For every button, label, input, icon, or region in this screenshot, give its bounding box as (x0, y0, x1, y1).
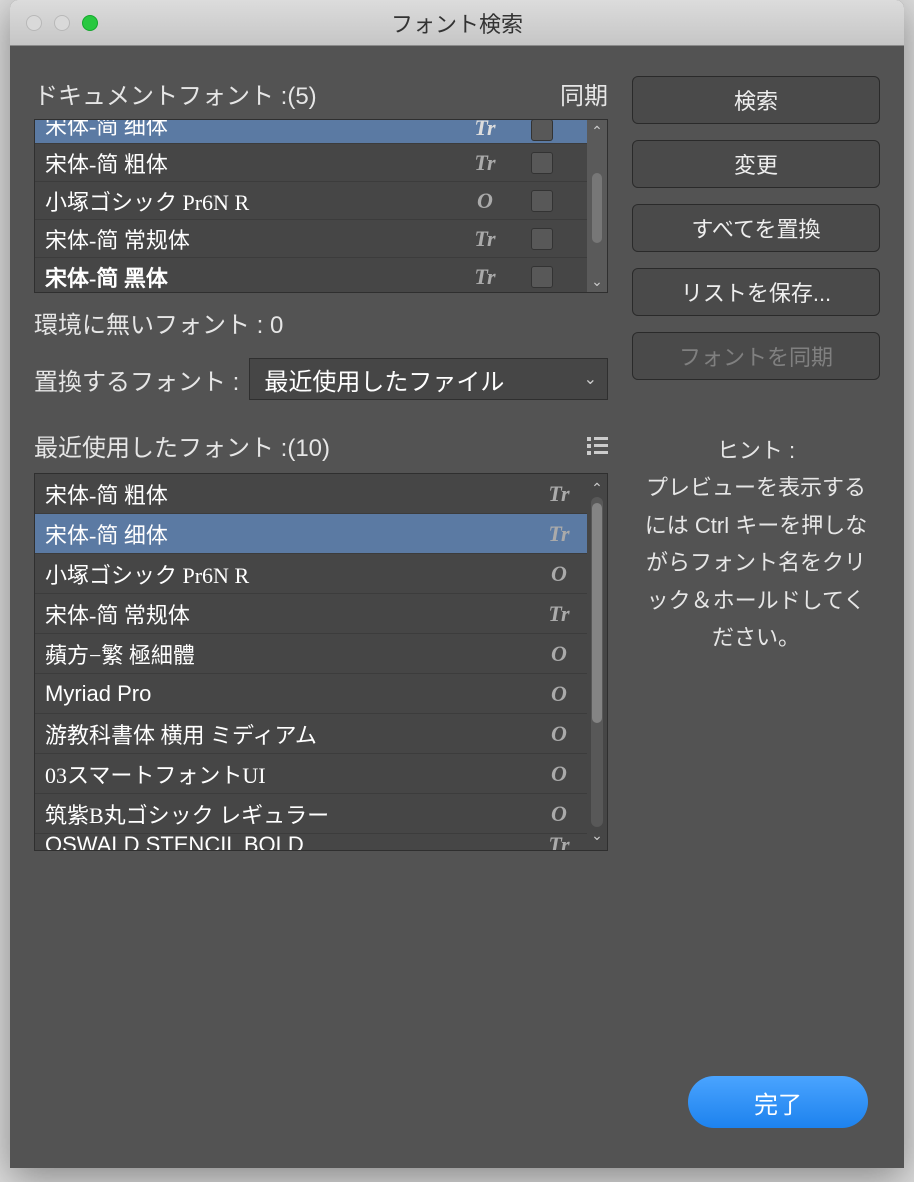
scrollbar[interactable]: ⌃ ⌄ (587, 120, 607, 292)
font-name: 宋体-简 常规体 (45, 223, 465, 255)
chevron-down-icon: ⌄ (584, 369, 597, 389)
sync-checkbox[interactable] (531, 120, 553, 141)
sync-checkbox-cell (505, 152, 579, 174)
font-row[interactable]: 宋体-简 黑体Tr (35, 258, 587, 292)
font-type-icon: Tr (465, 226, 505, 252)
font-name: OSWALD STENCIL BOLD (45, 834, 539, 850)
save-list-button[interactable]: リストを保存... (632, 268, 880, 316)
font-row[interactable]: 小塚ゴシック Pr6N RO (35, 182, 587, 220)
font-type-icon: Tr (465, 264, 505, 290)
font-row[interactable]: 宋体-简 粗体Tr (35, 144, 587, 182)
font-type-icon: Tr (539, 834, 579, 850)
font-type-icon: Tr (539, 521, 579, 547)
font-name: 宋体-简 粗体 (45, 478, 539, 510)
replace-font-dropdown[interactable]: 最近使用したファイル ⌄ (249, 358, 608, 400)
sync-checkbox[interactable] (531, 266, 553, 288)
titlebar: フォント検索 (10, 0, 904, 46)
document-fonts-header: ドキュメントフォント :(5) 同期 (34, 76, 608, 111)
hint-title: ヒント : (636, 432, 876, 469)
font-row[interactable]: 宋体-简 粗体Tr (35, 474, 587, 514)
font-name: 蘋方−繁 極細體 (45, 638, 539, 670)
sync-checkbox[interactable] (531, 190, 553, 212)
scrollbar-thumb[interactable] (592, 173, 602, 243)
done-button[interactable]: 完了 (688, 1076, 868, 1128)
font-type-icon: Tr (539, 601, 579, 627)
missing-fonts-label: 環境に無いフォント : 0 (34, 305, 608, 340)
sync-checkbox[interactable] (531, 152, 553, 174)
font-type-icon: O (539, 801, 579, 827)
hint-body: プレビューを表示するには Ctrl キーを押しながらフォント名をクリック＆ホール… (636, 469, 876, 656)
font-name: 筑紫B丸ゴシック レギュラー (45, 798, 539, 830)
font-row[interactable]: 宋体-简 细体Tr (35, 514, 587, 554)
font-name: 宋体-简 黑体 (45, 261, 465, 293)
recent-fonts-label: 最近使用したフォント :(10) (34, 428, 330, 463)
font-search-dialog: フォント検索 ドキュメントフォント :(5) 同期 宋体-简 细体Tr宋体-简 … (10, 0, 904, 1168)
font-name: 小塚ゴシック Pr6N R (45, 558, 539, 590)
document-fonts-label: ドキュメントフォント :(5) (34, 76, 317, 111)
font-type-icon: Tr (465, 120, 505, 141)
scroll-down-icon[interactable]: ⌄ (591, 827, 603, 844)
font-row[interactable]: 宋体-简 细体Tr (35, 120, 587, 144)
replace-font-label: 置換するフォント : (34, 362, 239, 397)
sync-column-label: 同期 (560, 76, 608, 111)
font-row[interactable]: 小塚ゴシック Pr6N RO (35, 554, 587, 594)
font-name: 宋体-简 细体 (45, 518, 539, 550)
font-row[interactable]: 游教科書体 横用 ミディアムO (35, 714, 587, 754)
font-row[interactable]: 宋体-简 常规体Tr (35, 220, 587, 258)
window-title: フォント検索 (10, 7, 904, 39)
scrollbar[interactable]: ⌃ ⌄ (587, 474, 607, 850)
change-button[interactable]: 変更 (632, 140, 880, 188)
scroll-up-icon[interactable]: ⌃ (591, 480, 603, 497)
font-row[interactable]: 03スマートフォントUIO (35, 754, 587, 794)
font-type-icon: O (539, 641, 579, 667)
sync-checkbox[interactable] (531, 228, 553, 250)
font-name: 小塚ゴシック Pr6N R (45, 185, 465, 217)
font-type-icon: Tr (465, 150, 505, 176)
scroll-down-icon[interactable]: ⌄ (591, 274, 603, 288)
sync-checkbox-cell (505, 266, 579, 288)
replace-all-button[interactable]: すべてを置換 (632, 204, 880, 252)
font-type-icon: O (465, 188, 505, 214)
sync-checkbox-cell (505, 190, 579, 212)
font-type-icon: O (539, 681, 579, 707)
font-row[interactable]: OSWALD STENCIL BOLDTr (35, 834, 587, 850)
sync-fonts-button[interactable]: フォントを同期 (632, 332, 880, 380)
font-type-icon: Tr (539, 481, 579, 507)
font-type-icon: O (539, 561, 579, 587)
sync-checkbox-cell (505, 120, 579, 141)
font-name: 宋体-简 常规体 (45, 598, 539, 630)
font-row[interactable]: 蘋方−繁 極細體O (35, 634, 587, 674)
font-name: 游教科書体 横用 ミディアム (45, 718, 539, 750)
dropdown-value: 最近使用したファイル (264, 362, 504, 397)
list-view-icon[interactable] (587, 437, 608, 455)
hint-text: ヒント : プレビューを表示するには Ctrl キーを押しながらフォント名をクリ… (632, 432, 880, 656)
font-name: 宋体-简 粗体 (45, 147, 465, 179)
font-name: Myriad Pro (45, 681, 539, 707)
font-type-icon: O (539, 761, 579, 787)
search-button[interactable]: 検索 (632, 76, 880, 124)
font-name: 宋体-简 细体 (45, 120, 465, 141)
scroll-up-icon[interactable]: ⌃ (591, 124, 603, 138)
font-name: 03スマートフォントUI (45, 758, 539, 790)
font-type-icon: O (539, 721, 579, 747)
font-row[interactable]: 宋体-简 常规体Tr (35, 594, 587, 634)
font-row[interactable]: 筑紫B丸ゴシック レギュラーO (35, 794, 587, 834)
font-row[interactable]: Myriad ProO (35, 674, 587, 714)
document-fonts-list[interactable]: 宋体-简 细体Tr宋体-简 粗体Tr小塚ゴシック Pr6N RO宋体-简 常规体… (34, 119, 608, 293)
scrollbar-thumb[interactable] (592, 503, 602, 723)
sync-checkbox-cell (505, 228, 579, 250)
recent-fonts-list[interactable]: 宋体-简 粗体Tr宋体-简 细体Tr小塚ゴシック Pr6N RO宋体-简 常规体… (34, 473, 608, 851)
